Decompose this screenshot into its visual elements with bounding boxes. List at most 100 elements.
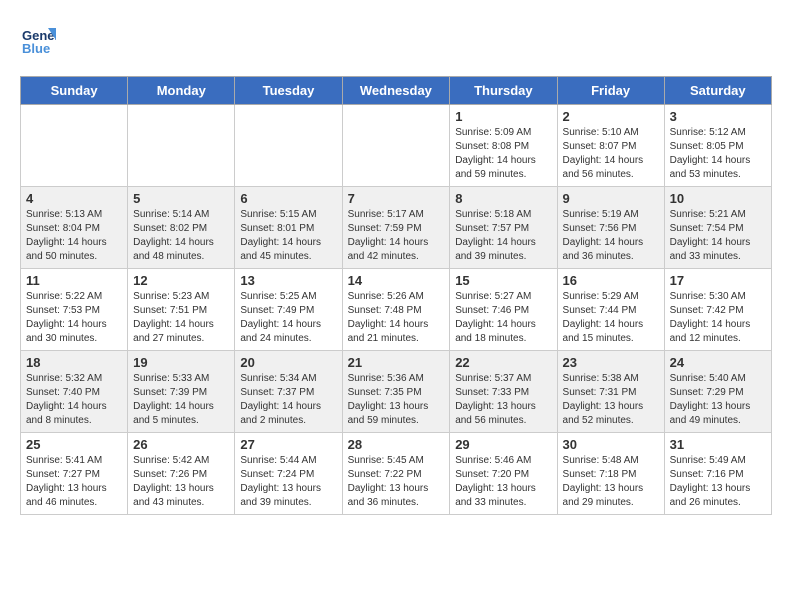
day-number: 30 xyxy=(563,437,659,452)
week-row-2: 4 Sunrise: 5:13 AM Sunset: 8:04 PM Daylig… xyxy=(21,187,772,269)
calendar-cell: 13 Sunrise: 5:25 AM Sunset: 7:49 PM Dayli… xyxy=(235,269,342,351)
day-number: 28 xyxy=(348,437,445,452)
day-number: 17 xyxy=(670,273,766,288)
day-number: 3 xyxy=(670,109,766,124)
day-info: Sunrise: 5:37 AM Sunset: 7:33 PM Dayligh… xyxy=(455,372,551,428)
day-info: Sunrise: 5:44 AM Sunset: 7:24 PM Dayligh… xyxy=(240,454,336,510)
weekday-header-row: SundayMondayTuesdayWednesdayThursdayFrid… xyxy=(21,77,772,105)
day-info: Sunrise: 5:15 AM Sunset: 8:01 PM Dayligh… xyxy=(240,208,336,264)
calendar-cell: 16 Sunrise: 5:29 AM Sunset: 7:44 PM Dayli… xyxy=(557,269,664,351)
calendar-cell: 21 Sunrise: 5:36 AM Sunset: 7:35 PM Dayli… xyxy=(342,351,450,433)
day-info: Sunrise: 5:46 AM Sunset: 7:20 PM Dayligh… xyxy=(455,454,551,510)
calendar-cell: 15 Sunrise: 5:27 AM Sunset: 7:46 PM Dayli… xyxy=(450,269,557,351)
calendar-cell: 11 Sunrise: 5:22 AM Sunset: 7:53 PM Dayli… xyxy=(21,269,128,351)
calendar-cell: 22 Sunrise: 5:37 AM Sunset: 7:33 PM Dayli… xyxy=(450,351,557,433)
calendar-cell: 26Sunrise: 5:42 AM Sunset: 7:26 PM Dayli… xyxy=(128,433,235,515)
day-number: 20 xyxy=(240,355,336,370)
week-row-5: 25 Sunrise: 5:41 AM Sunset: 7:27 PM Dayli… xyxy=(21,433,772,515)
day-number: 21 xyxy=(348,355,445,370)
calendar-cell: 19 Sunrise: 5:33 AM Sunset: 7:39 PM Dayli… xyxy=(128,351,235,433)
calendar-cell: 23 Sunrise: 5:38 AM Sunset: 7:31 PM Dayli… xyxy=(557,351,664,433)
calendar-cell: 1 Sunrise: 5:09 AM Sunset: 8:08 PM Daylig… xyxy=(450,105,557,187)
calendar-cell: 10Sunrise: 5:21 AM Sunset: 7:54 PM Dayli… xyxy=(664,187,771,269)
week-row-3: 11 Sunrise: 5:22 AM Sunset: 7:53 PM Dayli… xyxy=(21,269,772,351)
calendar-cell: 24Sunrise: 5:40 AM Sunset: 7:29 PM Dayli… xyxy=(664,351,771,433)
day-info: Sunrise: 5:09 AM Sunset: 8:08 PM Dayligh… xyxy=(455,126,551,182)
calendar-cell: 29 Sunrise: 5:46 AM Sunset: 7:20 PM Dayli… xyxy=(450,433,557,515)
calendar-cell: 9 Sunrise: 5:19 AM Sunset: 7:56 PM Daylig… xyxy=(557,187,664,269)
calendar: SundayMondayTuesdayWednesdayThursdayFrid… xyxy=(20,76,772,515)
weekday-header-saturday: Saturday xyxy=(664,77,771,105)
day-info: Sunrise: 5:45 AM Sunset: 7:22 PM Dayligh… xyxy=(348,454,445,510)
day-number: 14 xyxy=(348,273,445,288)
day-number: 8 xyxy=(455,191,551,206)
day-number: 22 xyxy=(455,355,551,370)
day-number: 19 xyxy=(133,355,229,370)
calendar-cell: 27 Sunrise: 5:44 AM Sunset: 7:24 PM Dayli… xyxy=(235,433,342,515)
day-number: 15 xyxy=(455,273,551,288)
day-number: 29 xyxy=(455,437,551,452)
calendar-cell: 14 Sunrise: 5:26 AM Sunset: 7:48 PM Dayli… xyxy=(342,269,450,351)
day-info: Sunrise: 5:38 AM Sunset: 7:31 PM Dayligh… xyxy=(563,372,659,428)
day-info: Sunrise: 5:27 AM Sunset: 7:46 PM Dayligh… xyxy=(455,290,551,346)
week-row-4: 18 Sunrise: 5:32 AM Sunset: 7:40 PM Dayli… xyxy=(21,351,772,433)
day-info: Sunrise: 5:10 AM Sunset: 8:07 PM Dayligh… xyxy=(563,126,659,182)
day-number: 4 xyxy=(26,191,122,206)
day-number: 27 xyxy=(240,437,336,452)
calendar-cell: 31Sunrise: 5:49 AM Sunset: 7:16 PM Dayli… xyxy=(664,433,771,515)
calendar-cell: 5 Sunrise: 5:14 AM Sunset: 8:02 PM Daylig… xyxy=(128,187,235,269)
calendar-cell: 25 Sunrise: 5:41 AM Sunset: 7:27 PM Dayli… xyxy=(21,433,128,515)
day-info: Sunrise: 5:49 AM Sunset: 7:16 PM Dayligh… xyxy=(670,454,766,510)
calendar-cell: 8 Sunrise: 5:18 AM Sunset: 7:57 PM Daylig… xyxy=(450,187,557,269)
day-number: 23 xyxy=(563,355,659,370)
calendar-cell: 17 Sunrise: 5:30 AM Sunset: 7:42 PM Dayli… xyxy=(664,269,771,351)
day-number: 13 xyxy=(240,273,336,288)
day-info: Sunrise: 5:13 AM Sunset: 8:04 PM Dayligh… xyxy=(26,208,122,264)
calendar-cell xyxy=(342,105,450,187)
calendar-cell: 6 Sunrise: 5:15 AM Sunset: 8:01 PM Daylig… xyxy=(235,187,342,269)
day-info: Sunrise: 5:30 AM Sunset: 7:42 PM Dayligh… xyxy=(670,290,766,346)
day-info: Sunrise: 5:23 AM Sunset: 7:51 PM Dayligh… xyxy=(133,290,229,346)
calendar-cell: 3Sunrise: 5:12 AM Sunset: 8:05 PM Daylig… xyxy=(664,105,771,187)
day-number: 7 xyxy=(348,191,445,206)
day-number: 5 xyxy=(133,191,229,206)
calendar-cell: 18 Sunrise: 5:32 AM Sunset: 7:40 PM Dayli… xyxy=(21,351,128,433)
day-number: 11 xyxy=(26,273,122,288)
calendar-cell: 20Sunrise: 5:34 AM Sunset: 7:37 PM Dayli… xyxy=(235,351,342,433)
day-info: Sunrise: 5:14 AM Sunset: 8:02 PM Dayligh… xyxy=(133,208,229,264)
weekday-header-sunday: Sunday xyxy=(21,77,128,105)
weekday-header-tuesday: Tuesday xyxy=(235,77,342,105)
logo: General Blue xyxy=(20,20,60,56)
day-info: Sunrise: 5:18 AM Sunset: 7:57 PM Dayligh… xyxy=(455,208,551,264)
day-number: 24 xyxy=(670,355,766,370)
weekday-header-wednesday: Wednesday xyxy=(342,77,450,105)
day-info: Sunrise: 5:41 AM Sunset: 7:27 PM Dayligh… xyxy=(26,454,122,510)
calendar-cell: 4 Sunrise: 5:13 AM Sunset: 8:04 PM Daylig… xyxy=(21,187,128,269)
day-info: Sunrise: 5:19 AM Sunset: 7:56 PM Dayligh… xyxy=(563,208,659,264)
calendar-cell: 7Sunrise: 5:17 AM Sunset: 7:59 PM Daylig… xyxy=(342,187,450,269)
calendar-cell: 28 Sunrise: 5:45 AM Sunset: 7:22 PM Dayli… xyxy=(342,433,450,515)
day-info: Sunrise: 5:36 AM Sunset: 7:35 PM Dayligh… xyxy=(348,372,445,428)
calendar-cell xyxy=(21,105,128,187)
day-info: Sunrise: 5:25 AM Sunset: 7:49 PM Dayligh… xyxy=(240,290,336,346)
calendar-cell xyxy=(235,105,342,187)
day-info: Sunrise: 5:48 AM Sunset: 7:18 PM Dayligh… xyxy=(563,454,659,510)
day-info: Sunrise: 5:22 AM Sunset: 7:53 PM Dayligh… xyxy=(26,290,122,346)
logo-icon: General Blue xyxy=(20,20,56,56)
weekday-header-monday: Monday xyxy=(128,77,235,105)
day-number: 9 xyxy=(563,191,659,206)
day-number: 25 xyxy=(26,437,122,452)
weekday-header-thursday: Thursday xyxy=(450,77,557,105)
day-info: Sunrise: 5:32 AM Sunset: 7:40 PM Dayligh… xyxy=(26,372,122,428)
day-number: 1 xyxy=(455,109,551,124)
weekday-header-friday: Friday xyxy=(557,77,664,105)
day-number: 2 xyxy=(563,109,659,124)
day-number: 16 xyxy=(563,273,659,288)
day-number: 6 xyxy=(240,191,336,206)
day-number: 12 xyxy=(133,273,229,288)
day-info: Sunrise: 5:33 AM Sunset: 7:39 PM Dayligh… xyxy=(133,372,229,428)
day-number: 18 xyxy=(26,355,122,370)
day-info: Sunrise: 5:26 AM Sunset: 7:48 PM Dayligh… xyxy=(348,290,445,346)
svg-text:Blue: Blue xyxy=(22,41,50,56)
day-info: Sunrise: 5:29 AM Sunset: 7:44 PM Dayligh… xyxy=(563,290,659,346)
